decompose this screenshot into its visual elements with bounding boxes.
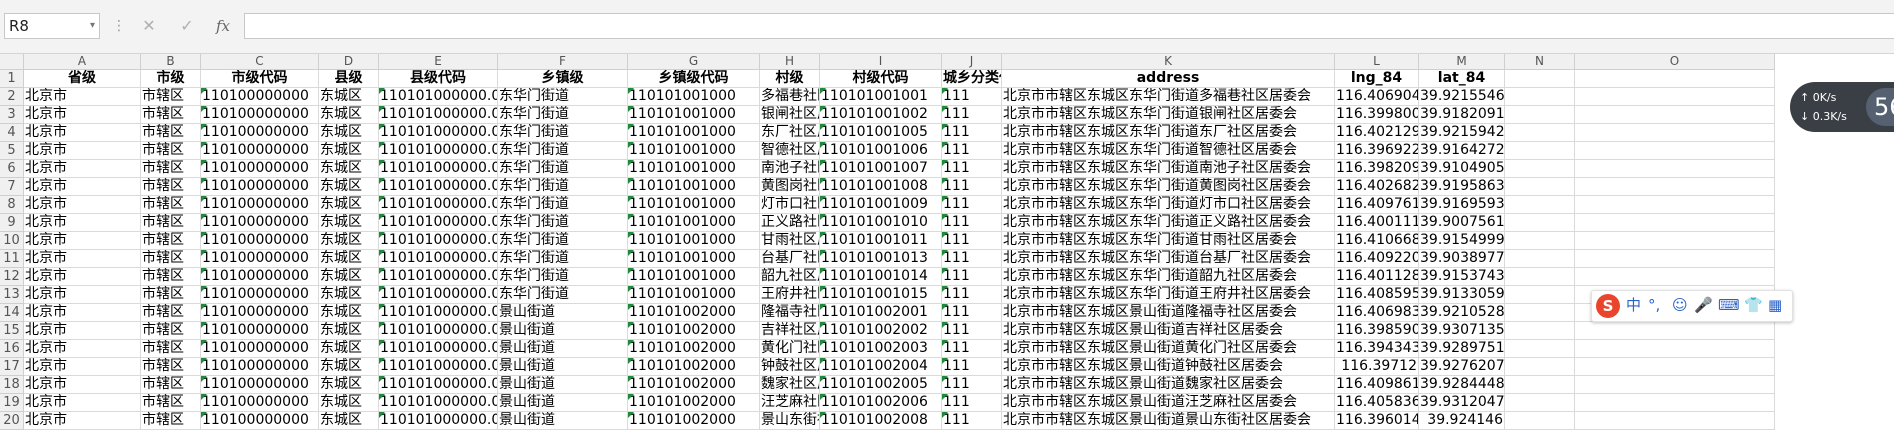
- toolbox-grid-icon[interactable]: ▦: [1768, 295, 1782, 315]
- sogou-logo-icon[interactable]: S: [1596, 294, 1620, 318]
- download-speed: ↓ 0.3K/s: [1800, 110, 1847, 123]
- microphone-icon[interactable]: 🎤: [1694, 295, 1713, 315]
- ime-toolbar[interactable]: S 中 °, ☺ 🎤 ⌨ 👕 ▦: [1591, 290, 1793, 322]
- keyboard-icon[interactable]: ⌨: [1718, 295, 1740, 315]
- upload-speed: ↑ 0K/s: [1800, 91, 1837, 104]
- skin-icon[interactable]: 👕: [1744, 295, 1763, 315]
- punctuation-icon[interactable]: °,: [1648, 295, 1660, 315]
- input-mode-toggle[interactable]: 中: [1626, 295, 1641, 315]
- memory-usage-percent: 56: [1866, 88, 1894, 126]
- emoji-icon[interactable]: ☺: [1672, 295, 1688, 315]
- network-speed-widget[interactable]: ↑ 0K/s ↓ 0.3K/s 56: [1790, 82, 1894, 132]
